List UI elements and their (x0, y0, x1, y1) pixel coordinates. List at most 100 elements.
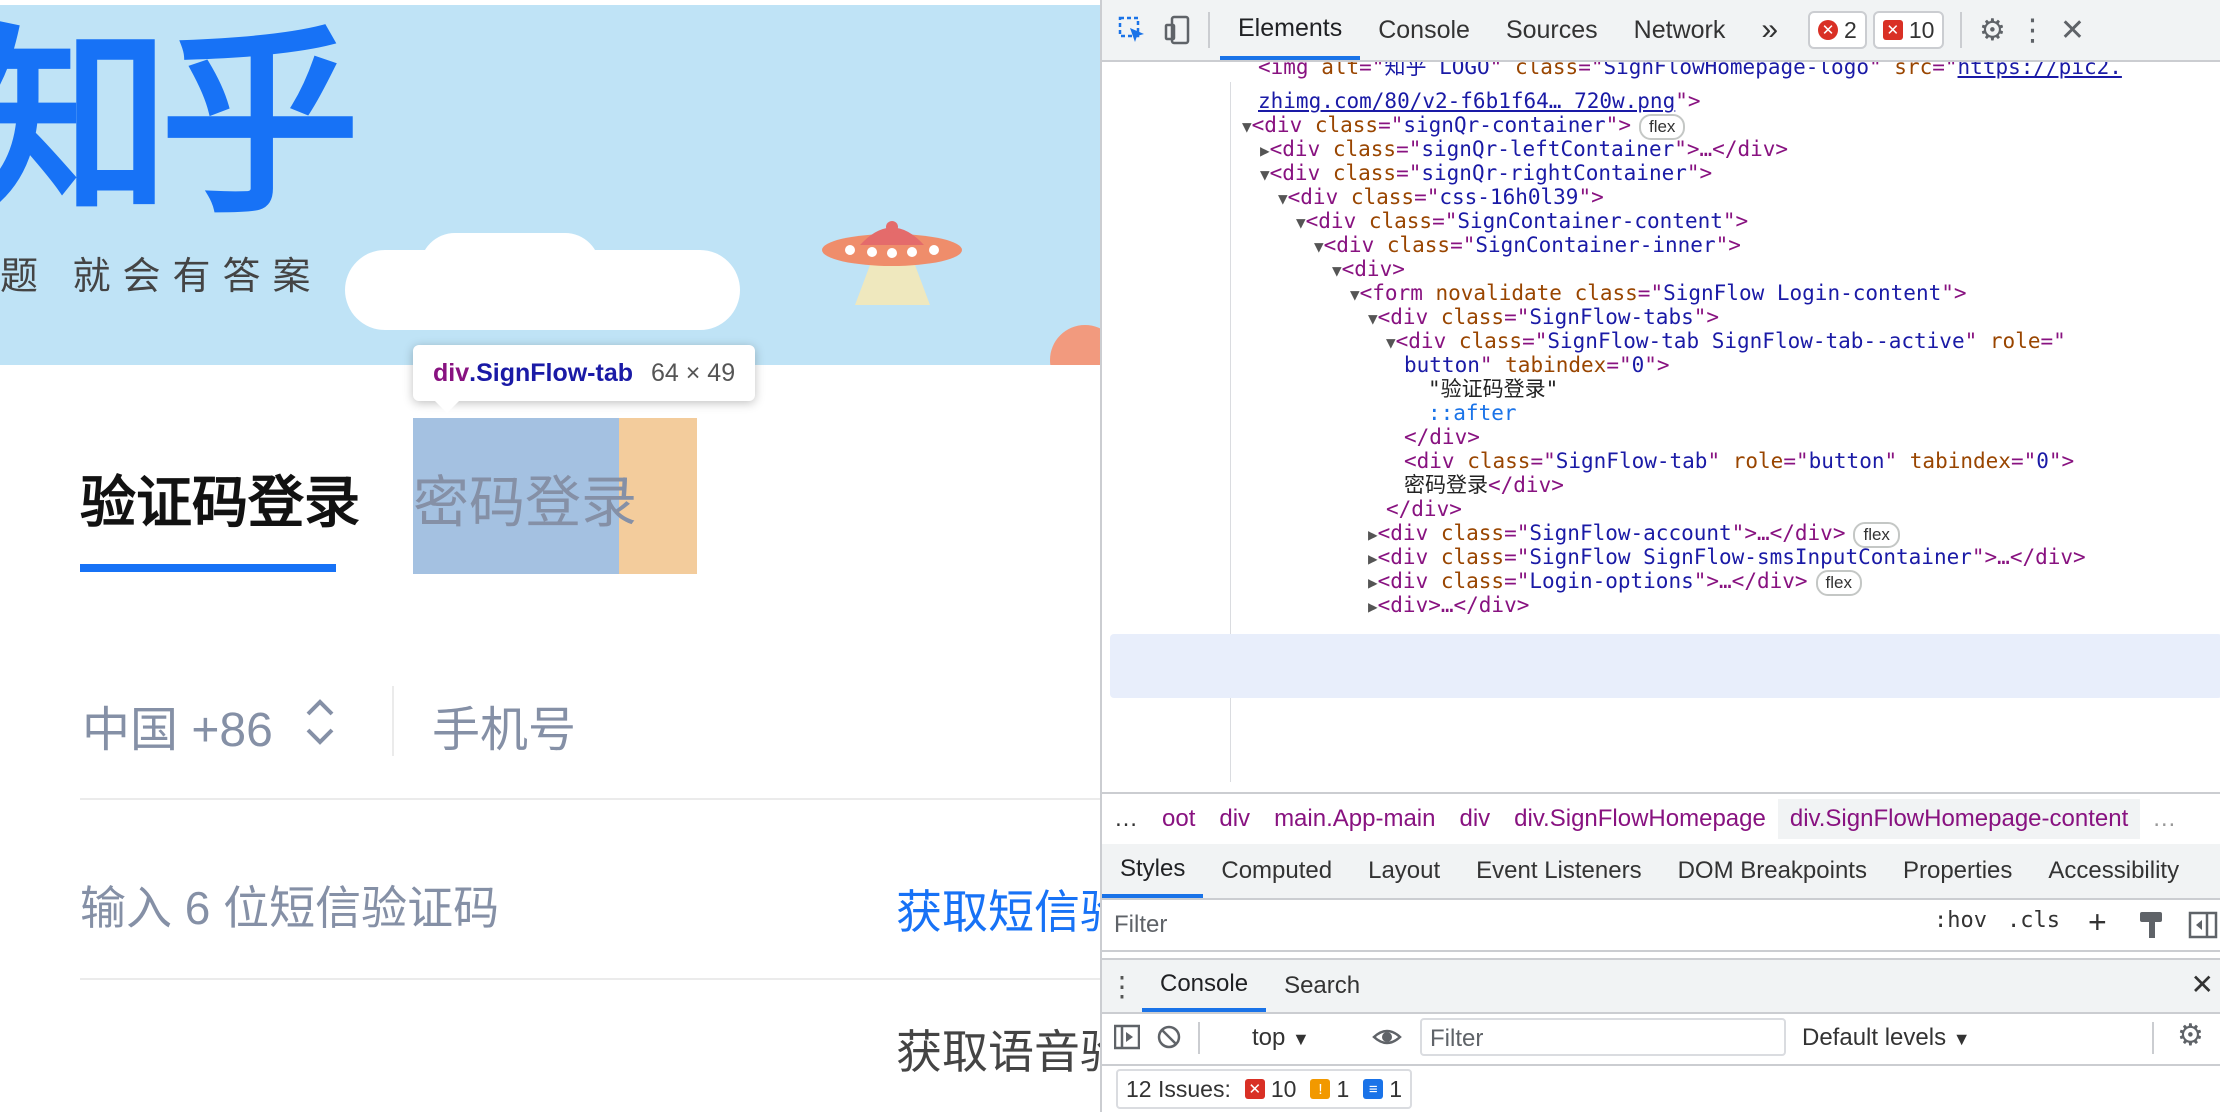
node-tabindex: 0 (1631, 353, 1645, 377)
tab-elements[interactable]: Elements (1220, 0, 1361, 60)
country-code-select[interactable]: 中国 +86 (82, 690, 273, 760)
issue-warning-icon: ! (1310, 1079, 1331, 1099)
styles-filter-input[interactable]: Filter (1114, 908, 2004, 942)
dom-node[interactable]: <img alt="知乎 LOGO" class="SignFlowHomepa… (1258, 62, 2122, 84)
node-class: Login-options (1529, 569, 1694, 593)
issues-button[interactable]: 12 Issues: ✕ 10 ! 1 ≡ 1 (1116, 1069, 1413, 1109)
more-tabs-button[interactable]: » (1743, 0, 1796, 60)
active-tab-indicator (80, 564, 336, 572)
issue-count-badge[interactable]: ✕ 10 (1872, 11, 1945, 49)
breadcrumb-more[interactable]: … (1102, 805, 1150, 833)
cls-toggle[interactable]: .cls (2007, 908, 2060, 933)
issues-error-count: 10 (1270, 1075, 1297, 1102)
console-settings-gear-icon[interactable]: ⚙ (2177, 1018, 2204, 1053)
tab-password-login[interactable]: 密码登录 (413, 458, 637, 539)
styles-pane-tabs: Styles Computed Layout Event Listeners D… (1102, 844, 2220, 900)
breadcrumb-item-active[interactable]: div.SignFlowHomepage-content (1777, 799, 2141, 839)
close-drawer-icon[interactable]: ✕ (2191, 968, 2214, 1001)
issues-row: 12 Issues: ✕ 10 ! 1 ≡ 1 (1102, 1066, 2220, 1112)
error-count: 2 (1844, 16, 1857, 43)
tab-console[interactable]: Console (1360, 0, 1488, 60)
zhihu-logo: 知乎 (0, 8, 360, 241)
tab-computed[interactable]: Computed (1203, 844, 1350, 898)
get-voice-code-button[interactable]: 获取语音验证码 (896, 1016, 1100, 1082)
tab-sms-login[interactable]: 验证码登录 (80, 458, 360, 539)
dom-node[interactable]: ▶<div>…</div> (1368, 588, 1529, 622)
levels-value: Default levels (1802, 1024, 1947, 1051)
breadcrumb-item[interactable]: div (1447, 805, 1502, 833)
phone-input[interactable]: 手机号 (432, 690, 576, 760)
console-sidebar-icon[interactable] (1114, 1024, 1140, 1050)
divider (80, 978, 1100, 980)
clear-console-icon[interactable] (1156, 1024, 1182, 1050)
context-select[interactable]: top ▼ (1252, 1024, 1310, 1052)
dropdown-arrow-icon: ▼ (1952, 1029, 1971, 1049)
img-src-link[interactable]: https://pic2. (1958, 62, 2122, 79)
img-class: SignFlowHomepage-logo (1603, 62, 1869, 79)
settings-gear-icon[interactable]: ⚙ (1972, 10, 2012, 50)
breadcrumb-more[interactable]: … (2140, 805, 2188, 833)
breadcrumb-item[interactable]: div.SignFlowHomepage (1502, 805, 1778, 833)
styles-filter-row: Filter :hov .cls + (1102, 900, 2220, 952)
tab-sources[interactable]: Sources (1488, 0, 1616, 60)
separator (1198, 1022, 1200, 1054)
tooltip-size: 64 × 49 (651, 358, 736, 387)
issue-info-icon: ≡ (1363, 1079, 1384, 1099)
hov-toggle[interactable]: :hov (1934, 908, 1987, 933)
divider (80, 798, 1100, 800)
chevron-up-down-icon[interactable] (302, 692, 338, 752)
slogan: 题 就会有答案 (0, 256, 323, 298)
issue-count: 10 (1908, 16, 1935, 43)
inspect-element-icon[interactable] (1112, 10, 1152, 50)
separator (1960, 12, 1963, 48)
dropdown-arrow-icon: ▼ (1292, 1029, 1310, 1049)
tooltip-tag: div (433, 358, 470, 387)
breadcrumb-item[interactable]: main.App-main (1262, 805, 1447, 833)
get-sms-code-button[interactable]: 获取短信验证码 (896, 876, 1100, 942)
tab-layout[interactable]: Layout (1350, 844, 1458, 898)
tab-network[interactable]: Network (1616, 0, 1744, 60)
issues-info-count: 1 (1389, 1075, 1403, 1102)
node-class: SignFlow-tab (1555, 449, 1708, 473)
eye-icon[interactable] (1372, 1024, 1402, 1050)
cloud-illustration (420, 233, 600, 303)
toggle-sidebar-icon[interactable] (2188, 910, 2218, 940)
separator (2152, 1022, 2154, 1054)
device-toolbar-icon[interactable] (1158, 10, 1198, 50)
drawer-tab-console[interactable]: Console (1142, 960, 1267, 1012)
node-role: button (1808, 449, 1885, 473)
close-icon[interactable]: ✕ (2052, 10, 2092, 50)
tab-properties[interactable]: Properties (1885, 844, 2030, 898)
breadcrumb-item[interactable]: div (1207, 805, 1262, 833)
breadcrumb: … oot div main.App-main div div.SignFlow… (1102, 792, 2220, 846)
separator (1208, 12, 1210, 48)
planet-illustration (1050, 325, 1100, 365)
drawer-menu-icon[interactable]: ⋮ (1102, 970, 1142, 1003)
drawer-tab-search[interactable]: Search (1266, 960, 1378, 1012)
error-count-badge[interactable]: ✕ 2 (1808, 11, 1867, 49)
sms-code-input[interactable]: 输入 6 位短信验证码 (80, 872, 499, 938)
tab-dom-breakpoints[interactable]: DOM Breakpoints (1660, 844, 1885, 898)
node-tabindex: 0 (2036, 449, 2049, 473)
log-levels-select[interactable]: Default levels ▼ (1802, 1024, 1971, 1052)
tab-accessibility[interactable]: Accessibility (2030, 844, 2197, 898)
inspect-tooltip: div .SignFlow-tab 64 × 49 (413, 345, 756, 413)
console-filter-input[interactable]: Filter (1420, 1018, 1786, 1056)
flex-badge[interactable]: flex (1815, 570, 1863, 596)
paint-brush-icon[interactable] (2138, 910, 2166, 940)
dom-tree: <img alt="知乎 LOGO" class="SignFlowHomepa… (1102, 62, 2220, 790)
context-value: top (1252, 1024, 1286, 1051)
issue-error-icon: ✕ (1882, 20, 1903, 40)
tab-event-listeners[interactable]: Event Listeners (1458, 844, 1659, 898)
issue-error-icon: ✕ (1244, 1079, 1265, 1099)
img-alt: 知乎 LOGO (1384, 62, 1490, 79)
console-toolbar: top ▼ Filter Default levels ▼ ⚙ (1102, 1012, 2220, 1066)
tab-styles[interactable]: Styles (1102, 844, 1204, 898)
issues-label: 12 Issues: (1126, 1075, 1231, 1102)
breadcrumb-item[interactable]: oot (1150, 805, 1207, 833)
selected-node-highlight (1110, 634, 2220, 698)
new-style-rule-icon[interactable]: + (2088, 904, 2107, 941)
drawer-tabs: ⋮ Console Search ✕ (1102, 958, 2220, 1014)
more-options-icon[interactable]: ⋮ (2012, 10, 2052, 50)
ufo-illustration (822, 221, 962, 305)
